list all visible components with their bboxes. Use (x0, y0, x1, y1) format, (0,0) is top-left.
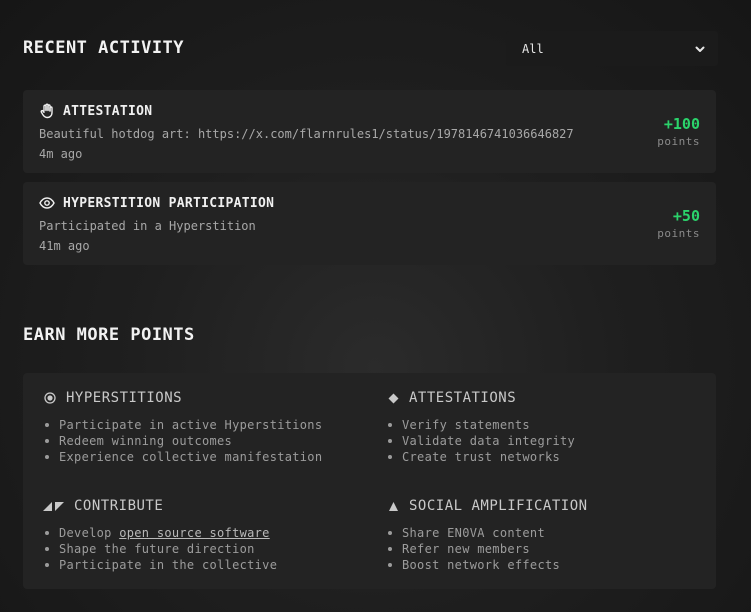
earn-section-list: Share EN0VA content Refer new members Bo… (386, 525, 588, 573)
open-source-link[interactable]: open source software (119, 525, 270, 541)
activity-title: HYPERSTITION PARTICIPATION (63, 195, 275, 211)
activity-filter-select[interactable]: All (506, 31, 718, 66)
diamond-icon (386, 391, 400, 405)
list-item: Develop open source software (43, 525, 277, 541)
points-value: +50 (672, 207, 700, 225)
recent-activity-title: RECENT ACTIVITY (23, 38, 185, 58)
chevron-down-icon (694, 43, 706, 55)
points-label: points (657, 135, 700, 148)
earn-section-contribute: CONTRIBUTE Develop open source software … (43, 498, 277, 573)
activity-points: +50 points (657, 207, 700, 240)
list-item: Refer new members (386, 541, 588, 557)
earn-section-list: Verify statements Validate data integrit… (386, 417, 575, 465)
earn-section-list: Participate in active Hyperstitions Rede… (43, 417, 322, 465)
activity-timestamp: 4m ago (39, 147, 83, 161)
list-item: Create trust networks (386, 449, 575, 465)
activity-card: HYPERSTITION PARTICIPATION Participated … (23, 182, 716, 265)
activity-title: ATTESTATION (63, 103, 153, 119)
activity-timestamp: 41m ago (39, 239, 90, 253)
list-item: Share EN0VA content (386, 525, 588, 541)
earn-section-title: HYPERSTITIONS (66, 390, 183, 406)
triangle-up-icon (386, 499, 400, 513)
list-item: Participate in the collective (43, 557, 277, 573)
contribute-triangles-icon (43, 499, 65, 513)
earn-points-panel: HYPERSTITIONS Participate in active Hype… (23, 373, 716, 589)
earn-section-attestations: ATTESTATIONS Verify statements Validate … (386, 390, 575, 465)
hand-icon (39, 103, 55, 119)
activity-description: Participated in a Hyperstition (39, 219, 256, 233)
earn-section-social-amplification: SOCIAL AMPLIFICATION Share EN0VA content… (386, 498, 588, 573)
earn-section-title: ATTESTATIONS (409, 390, 517, 406)
list-item: Redeem winning outcomes (43, 433, 322, 449)
points-value: +100 (663, 115, 700, 133)
activity-description: Beautiful hotdog art: https://x.com/flar… (39, 127, 574, 141)
list-item: Experience collective manifestation (43, 449, 322, 465)
target-circle-icon (43, 391, 57, 405)
earn-section-hyperstitions: HYPERSTITIONS Participate in active Hype… (43, 390, 322, 465)
list-item: Validate data integrity (386, 433, 575, 449)
list-item: Participate in active Hyperstitions (43, 417, 322, 433)
earn-section-title: CONTRIBUTE (74, 498, 164, 514)
filter-selected-value: All (522, 41, 544, 56)
earn-more-points-title: EARN MORE POINTS (23, 325, 195, 345)
activity-card: ATTESTATION Beautiful hotdog art: https:… (23, 90, 716, 173)
points-label: points (657, 227, 700, 240)
earn-section-title: SOCIAL AMPLIFICATION (409, 498, 588, 514)
list-item: Verify statements (386, 417, 575, 433)
activity-points: +100 points (657, 115, 700, 148)
list-item: Boost network effects (386, 557, 588, 573)
eye-icon (39, 195, 55, 211)
earn-section-list: Develop open source software Shape the f… (43, 525, 277, 573)
list-item: Shape the future direction (43, 541, 277, 557)
